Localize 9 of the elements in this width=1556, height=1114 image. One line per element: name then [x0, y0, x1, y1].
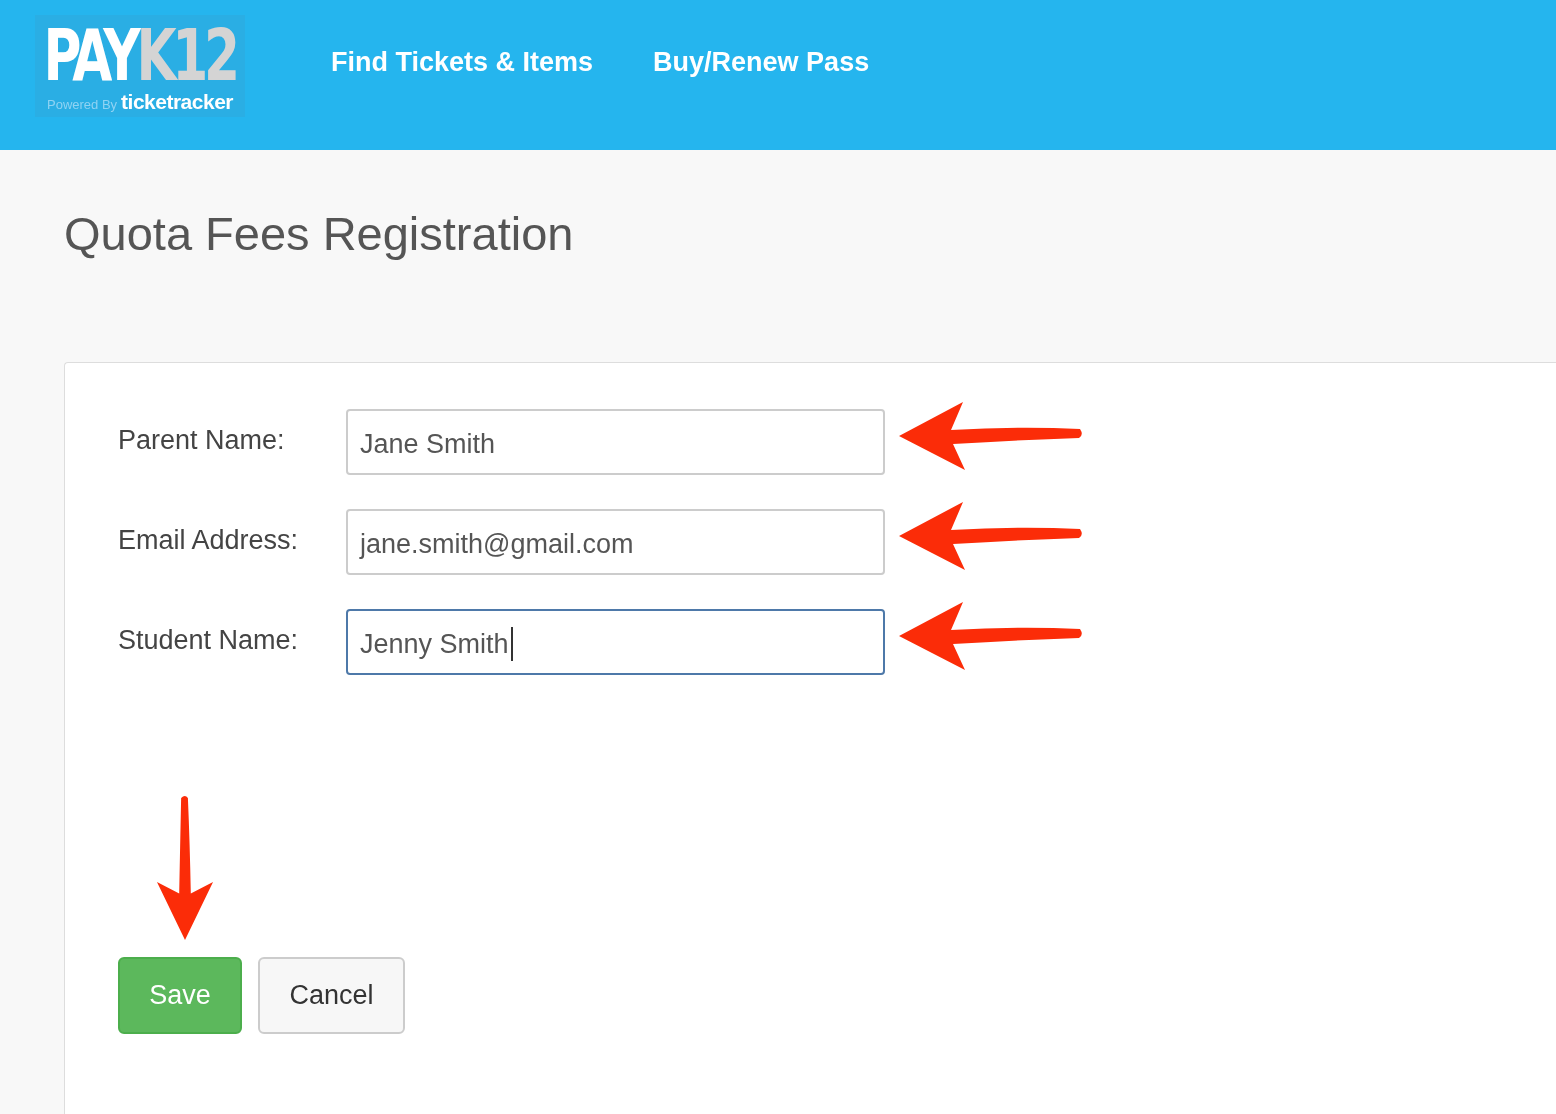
field-label: Student Name:	[118, 624, 300, 656]
field-label: Email Address:	[118, 524, 300, 556]
text-field[interactable]: jane.smith@gmail.com	[346, 509, 885, 575]
field-label: Parent Name:	[118, 424, 286, 456]
cancel-button[interactable]: Cancel	[258, 957, 405, 1034]
text-field[interactable]: Jane Smith	[346, 409, 885, 475]
text-field[interactable]: Jenny Smith	[346, 609, 885, 675]
text-cursor-icon	[510, 627, 513, 661]
page-title: Quota Fees Registration	[64, 206, 574, 262]
